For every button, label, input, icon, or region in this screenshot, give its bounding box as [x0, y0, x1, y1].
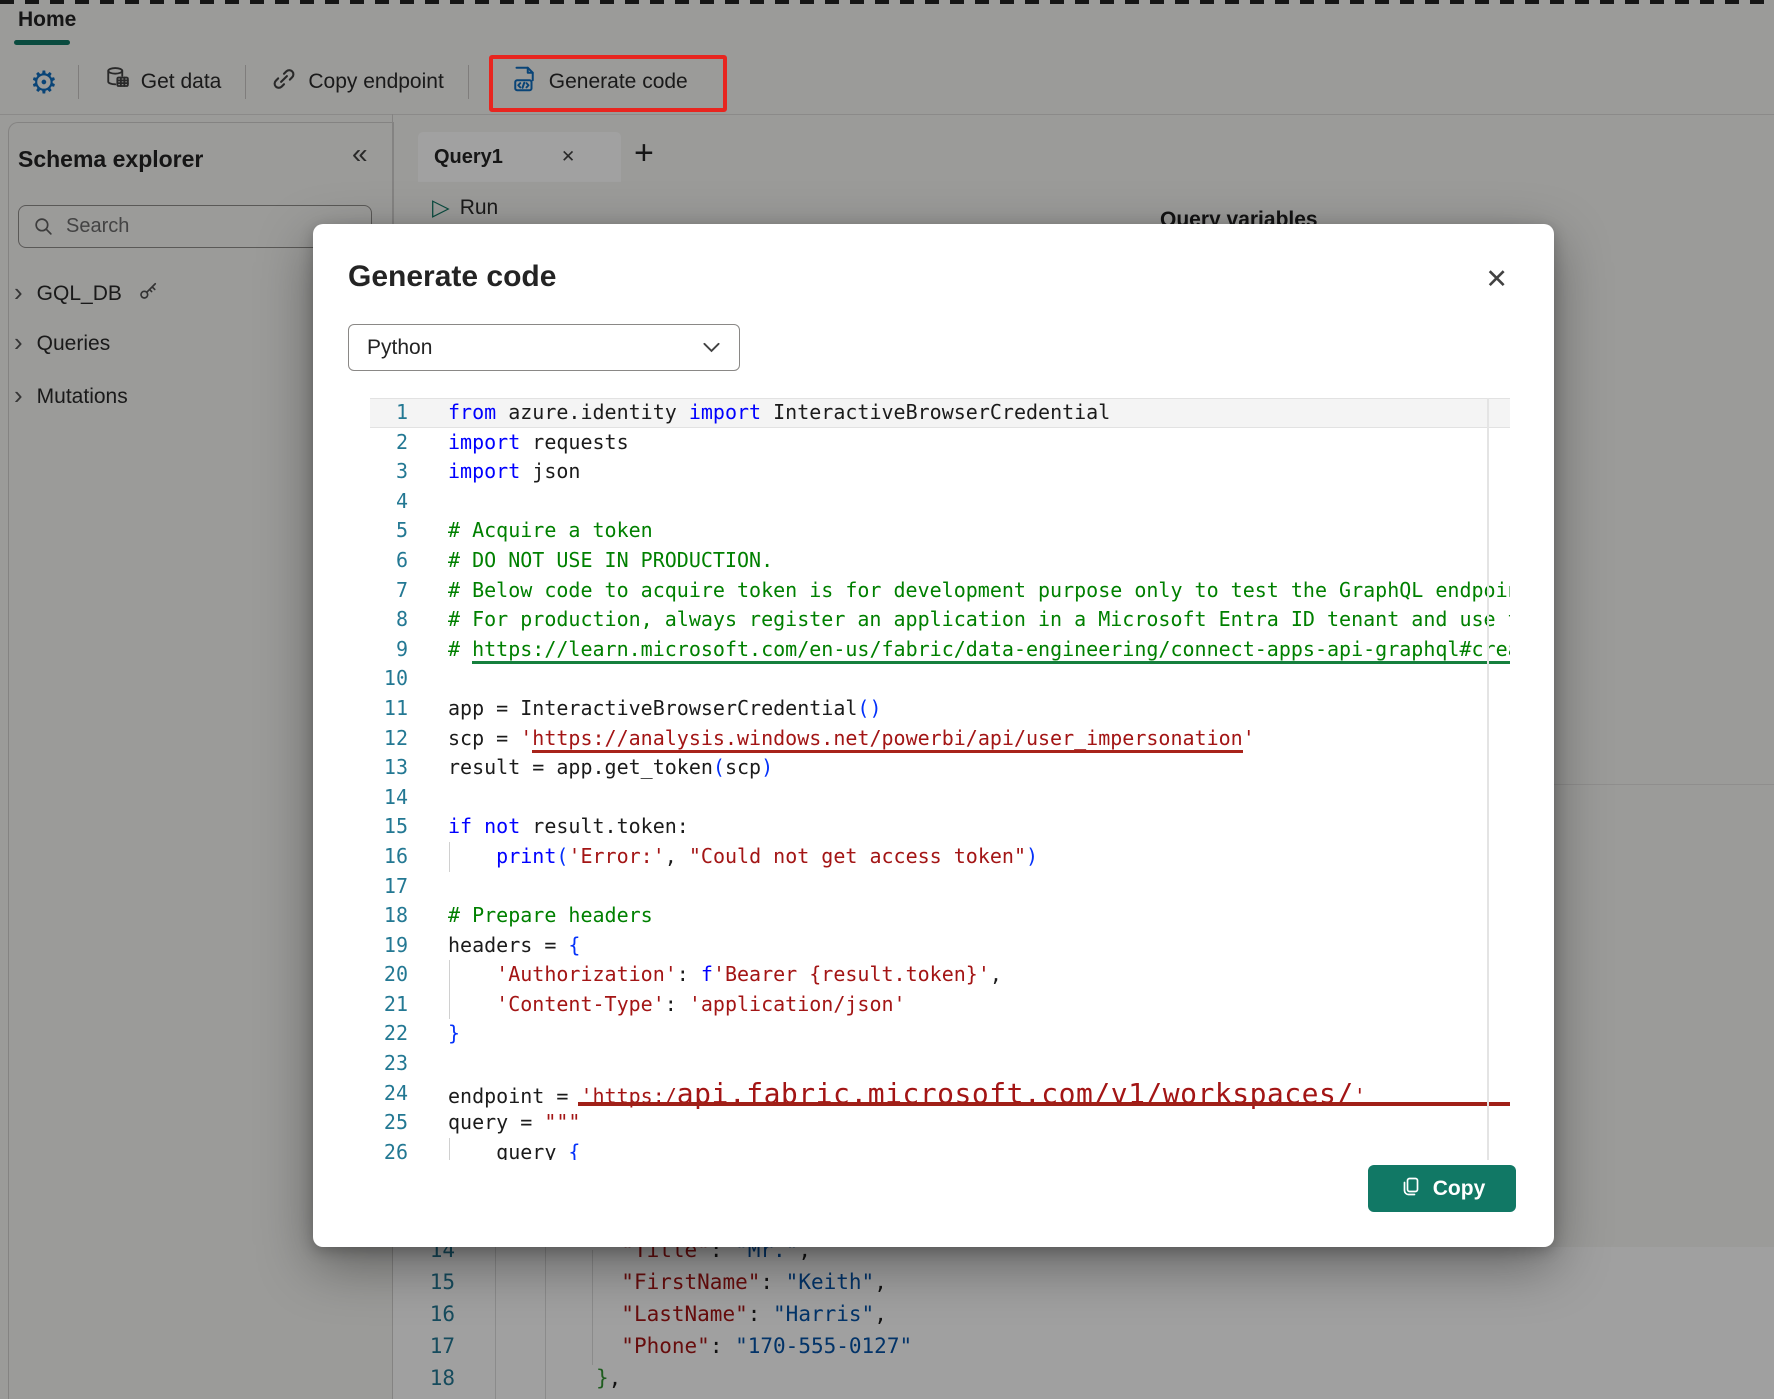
- line-content: from azure.identity import InteractiveBr…: [448, 398, 1510, 428]
- line-content: # Prepare headers: [448, 901, 1510, 931]
- code-line: 13 result = app.get_token(scp): [370, 753, 1510, 783]
- code-line: 6 # DO NOT USE IN PRODUCTION.: [370, 546, 1510, 576]
- code-line: 5 # Acquire a token: [370, 516, 1510, 546]
- line-content: [448, 783, 1510, 813]
- line-number: 12: [370, 724, 408, 754]
- screenshot-dashed-border: [0, 0, 1774, 4]
- line-number: 8: [370, 605, 408, 635]
- line-content: query {: [448, 1138, 1510, 1160]
- line-content: import json: [448, 457, 1510, 487]
- line-number: 20: [370, 960, 408, 990]
- copy-button[interactable]: Copy: [1368, 1165, 1516, 1212]
- line-content: # Below code to acquire token is for dev…: [448, 576, 1510, 606]
- code-line: 16 print('Error:', "Could not get access…: [370, 842, 1510, 872]
- line-number: 22: [370, 1019, 408, 1049]
- line-content: # For production, always register an app…: [448, 605, 1510, 635]
- line-number: 26: [370, 1138, 408, 1160]
- line-content: result = app.get_token(scp): [448, 753, 1510, 783]
- line-number: 10: [370, 664, 408, 694]
- line-number: 19: [370, 931, 408, 961]
- line-number: 24: [370, 1079, 408, 1109]
- line-content: # https://learn.microsoft.com/en-us/fabr…: [448, 635, 1510, 665]
- line-number: 16: [370, 842, 408, 872]
- line-content: [448, 1049, 1510, 1079]
- line-content: }: [448, 1019, 1510, 1049]
- code-line: 4: [370, 487, 1510, 517]
- line-content: if not result.token:: [448, 812, 1510, 842]
- line-number: 23: [370, 1049, 408, 1079]
- line-number: 6: [370, 546, 408, 576]
- chevron-down-icon: [702, 342, 721, 354]
- code-line: 2 import requests: [370, 428, 1510, 458]
- line-content: import requests: [448, 428, 1510, 458]
- line-number: 2: [370, 428, 408, 458]
- line-content: # Acquire a token: [448, 516, 1510, 546]
- line-content: scp = 'https://analysis.windows.net/powe…: [448, 724, 1510, 754]
- line-content: [448, 664, 1510, 694]
- line-number: 11: [370, 694, 408, 724]
- code-line: 23: [370, 1049, 1510, 1079]
- code-line: 17: [370, 872, 1510, 902]
- line-number: 13: [370, 753, 408, 783]
- line-number: 17: [370, 872, 408, 902]
- line-content: endpoint = 'https:/api.fabric.microsoft.…: [448, 1079, 1510, 1109]
- code-line: 22}: [370, 1019, 1510, 1049]
- line-number: 21: [370, 990, 408, 1020]
- code-line: 26 query {: [370, 1138, 1510, 1160]
- code-line: 7 # Below code to acquire token is for de…: [370, 576, 1510, 606]
- line-number: 14: [370, 783, 408, 813]
- line-number: 25: [370, 1108, 408, 1138]
- app-window: Home ⚙ Get data: [0, 0, 1774, 1399]
- code-line: 8 # For production, always register an ap…: [370, 605, 1510, 635]
- code-scrollbar-track[interactable]: [1487, 398, 1489, 1160]
- language-dropdown[interactable]: Python: [348, 324, 740, 371]
- dialog-title: Generate code: [348, 260, 556, 294]
- generate-code-dialog: Generate code ✕ Python 1 from azure.ident…: [313, 224, 1554, 1247]
- line-number: 4: [370, 487, 408, 517]
- annotation-highlight-box: [489, 55, 727, 112]
- line-content: 'Content-Type': 'application/json': [448, 990, 1510, 1020]
- line-content: app = InteractiveBrowserCredential(): [448, 694, 1510, 724]
- line-number: 3: [370, 457, 408, 487]
- code-line: 11 app = InteractiveBrowserCredential(): [370, 694, 1510, 724]
- line-number: 7: [370, 576, 408, 606]
- line-number: 15: [370, 812, 408, 842]
- dialog-close-icon[interactable]: ✕: [1485, 266, 1508, 293]
- code-line: 10: [370, 664, 1510, 694]
- code-line: 1 from azure.identity import InteractiveB…: [370, 398, 1510, 428]
- code-line: 25 query = """: [370, 1108, 1510, 1138]
- code-line: 24 endpoint = 'https:/api.fabric.microsof…: [370, 1079, 1510, 1109]
- line-content: [448, 872, 1510, 902]
- copy-icon: [1399, 1175, 1423, 1202]
- code-line: 14: [370, 783, 1510, 813]
- code-line: 3 import json: [370, 457, 1510, 487]
- line-content: headers = {: [448, 931, 1510, 961]
- code-line: 21 'Content-Type': 'application/json': [370, 990, 1510, 1020]
- code-line: 15 if not result.token:: [370, 812, 1510, 842]
- code-line: 20 'Authorization': f'Bearer {result.tok…: [370, 960, 1510, 990]
- code-editor[interactable]: 1 from azure.identity import InteractiveB…: [370, 398, 1510, 1160]
- line-content: 'Authorization': f'Bearer {result.token}…: [448, 960, 1510, 990]
- line-number: 1: [370, 398, 408, 428]
- redacted-url-underline: [578, 1102, 1510, 1106]
- line-content: query = """: [448, 1108, 1510, 1138]
- code-line: 19 headers = {: [370, 931, 1510, 961]
- code-line: 9 # https://learn.microsoft.com/en-us/fab…: [370, 635, 1510, 665]
- code-line: 18 # Prepare headers: [370, 901, 1510, 931]
- code-line: 12 scp = 'https://analysis.windows.net/po…: [370, 724, 1510, 754]
- language-selected: Python: [367, 336, 432, 360]
- copy-button-label: Copy: [1433, 1177, 1486, 1201]
- line-number: 18: [370, 901, 408, 931]
- line-number: 5: [370, 516, 408, 546]
- line-content: print('Error:', "Could not get access to…: [448, 842, 1510, 872]
- line-content: # DO NOT USE IN PRODUCTION.: [448, 546, 1510, 576]
- line-number: 9: [370, 635, 408, 665]
- line-content: [448, 487, 1510, 517]
